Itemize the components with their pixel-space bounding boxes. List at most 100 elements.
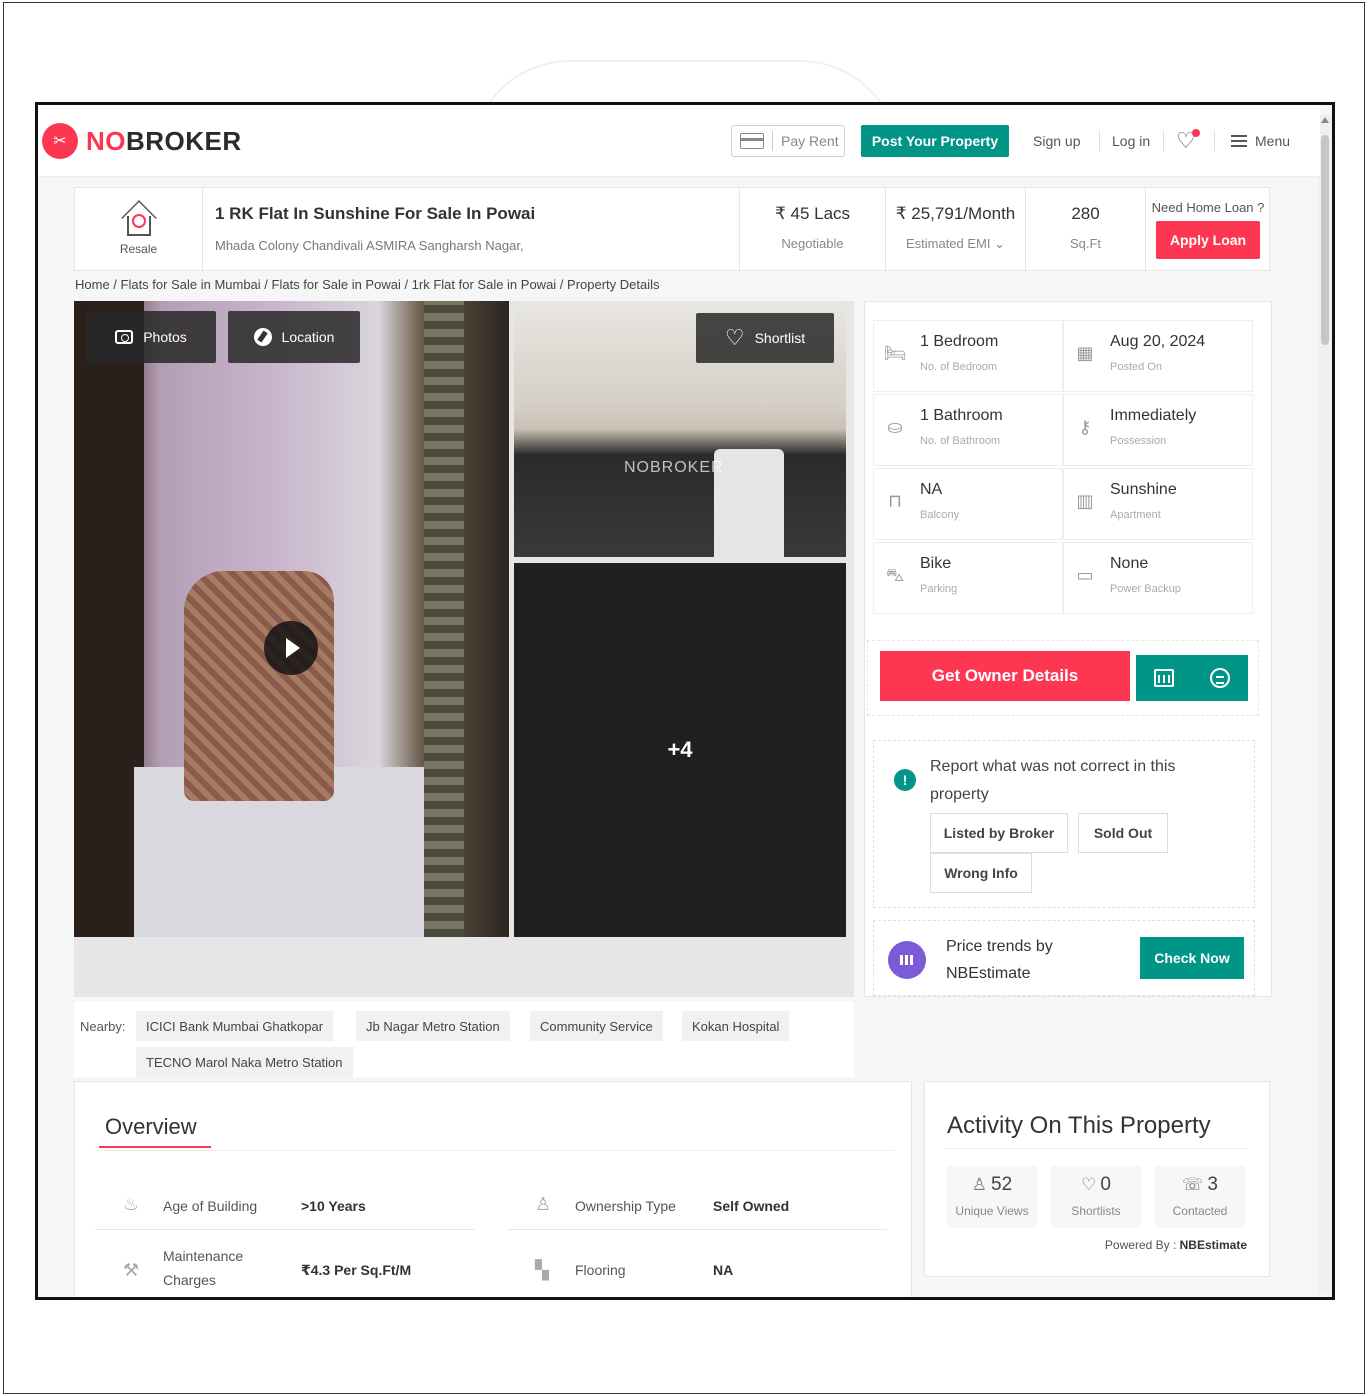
spec-label: Parking: [920, 583, 958, 595]
stat-value: 52: [991, 1174, 1013, 1195]
divider: [1214, 131, 1215, 151]
stat-label: Unique Views: [955, 1204, 1029, 1218]
check-now-button[interactable]: Check Now: [1140, 937, 1244, 979]
wrong-info-button[interactable]: Wrong Info: [930, 853, 1032, 893]
contacted-stat: ☏ 3 Contacted: [1155, 1166, 1245, 1228]
photos-button[interactable]: Photos: [86, 311, 216, 363]
price-sub: Negotiable: [781, 236, 844, 251]
spec-value: Bike: [920, 555, 952, 572]
overview-key: Maintenance Charges: [163, 1248, 244, 1288]
resale-label: Resale: [119, 242, 158, 256]
home-loan-block: Need Home Loan ? Apply Loan: [1146, 188, 1270, 272]
location-button[interactable]: Location: [228, 311, 360, 363]
nearby-chip[interactable]: Community Service: [530, 1011, 663, 1041]
play-video-icon[interactable]: [264, 621, 318, 675]
unique-views-stat: ♙ 52 Unique Views: [947, 1166, 1037, 1228]
stat-label: Contacted: [1172, 1204, 1228, 1218]
nobroker-logo-icon: ✂: [42, 123, 78, 159]
schedule-visit-button[interactable]: [1136, 655, 1192, 701]
hamburger-icon: [1231, 135, 1247, 147]
calendar-icon: ▦: [1076, 343, 1094, 363]
spec-possession: ⚷ Immediately Possession: [1063, 394, 1253, 466]
chat-button[interactable]: [1192, 655, 1248, 701]
spec-label: Posted On: [1110, 361, 1162, 373]
overview-row: ♨ Age of Building >10 Years: [95, 1180, 475, 1230]
emi-sub: Estimated EMI: [905, 236, 991, 251]
owner-icon: ♙: [535, 1194, 552, 1214]
rupee-circle: [131, 214, 146, 228]
user-icon: ♙: [971, 1175, 988, 1194]
location-label: Location: [281, 329, 335, 345]
camera-icon: [115, 330, 134, 344]
sold-out-button[interactable]: Sold Out: [1078, 813, 1168, 853]
activity-divider: [945, 1148, 1247, 1149]
tools-icon: ⚒: [123, 1260, 140, 1280]
photo-pillar: [424, 301, 464, 937]
overview-key: Flooring: [575, 1262, 626, 1278]
more-photos-tile[interactable]: +4: [514, 563, 846, 937]
resale-house-icon: [117, 198, 161, 238]
photo-washer: [714, 449, 784, 557]
pay-rent-button[interactable]: Pay Rent: [731, 125, 845, 157]
stat-number: ♙ 52: [947, 1166, 1037, 1196]
balcony-icon: ⊓: [887, 491, 903, 511]
shortlist-button[interactable]: ♡ Shortlist: [696, 313, 834, 363]
nearby-chip[interactable]: ICICI Bank Mumbai Ghatkopar: [136, 1011, 334, 1041]
compass-icon: [253, 328, 272, 346]
cake-icon: ♨: [123, 1194, 140, 1214]
price-trends-line2: NBEstimate: [946, 965, 1031, 982]
scrollbar-thumb[interactable]: [1321, 135, 1329, 345]
spec-label: Balcony: [920, 509, 960, 521]
car-icon: ⛍: [885, 565, 905, 585]
powered-by-value: NBEstimate: [1179, 1238, 1247, 1252]
sign-up-link[interactable]: Sign up: [1033, 125, 1080, 157]
menu-label: Menu: [1255, 133, 1291, 149]
heart-icon: ♡: [1081, 1175, 1097, 1194]
bathtub-icon: ⛀: [887, 417, 903, 437]
divider: [1099, 131, 1100, 151]
owner-cta-box: Get Owner Details: [867, 640, 1259, 716]
nearby-chip[interactable]: TECNO Marol Naka Metro Station: [136, 1047, 353, 1077]
stat-number: ♡ 0: [1051, 1166, 1141, 1196]
area-value: 280: [1071, 204, 1100, 223]
bed-icon: 🛏: [883, 343, 907, 363]
scrollbar[interactable]: [1318, 115, 1332, 1295]
spec-posted-on: ▦ Aug 20, 2024 Posted On: [1063, 320, 1253, 392]
breadcrumb[interactable]: Home / Flats for Sale in Mumbai / Flats …: [75, 277, 660, 292]
nobroker-logo[interactable]: ✂ NOBROKER: [42, 123, 242, 159]
get-owner-details-button[interactable]: Get Owner Details: [880, 651, 1130, 701]
phone-icon: ☏: [1182, 1175, 1204, 1194]
log-in-link[interactable]: Log in: [1112, 125, 1150, 157]
emi-sub-row[interactable]: Estimated EMI ⌄: [886, 236, 1025, 252]
main-photo[interactable]: [74, 301, 509, 937]
resale-badge: Resale: [75, 188, 203, 272]
overview-value: Self Owned: [713, 1198, 790, 1214]
price-trends-box: Price trends by NBEstimate Check Now: [873, 920, 1255, 996]
chevron-down-icon[interactable]: ⌄: [994, 236, 1005, 251]
menu-button[interactable]: Menu: [1231, 125, 1290, 157]
emi-block[interactable]: ₹ 25,791/Month Estimated EMI ⌄: [886, 188, 1026, 272]
scroll-up-arrow-icon[interactable]: [1321, 117, 1329, 123]
flooring-icon: ▚: [535, 1260, 549, 1280]
spec-label: No. of Bedroom: [920, 361, 998, 373]
overview-value: >10 Years: [301, 1198, 366, 1214]
overview-key: Age of Building: [163, 1198, 258, 1214]
browser-screenshot: ✂ NOBROKER Pay Rent Post Your Property S…: [35, 102, 1335, 1300]
divider: [772, 131, 773, 151]
nearby-chip[interactable]: Jb Nagar Metro Station: [356, 1011, 510, 1041]
activity-section: Activity On This Property ♙ 52 Unique Vie…: [924, 1081, 1270, 1277]
nearby-chip[interactable]: Kokan Hospital: [682, 1011, 790, 1041]
overview-underline: [99, 1146, 211, 1148]
powered-by: Powered By : NBEstimate: [1105, 1238, 1247, 1252]
shortlist-heart-icon[interactable]: ♡: [1176, 125, 1200, 157]
apply-loan-button[interactable]: Apply Loan: [1156, 221, 1260, 259]
post-property-button[interactable]: Post Your Property: [861, 125, 1009, 157]
stat-value: 0: [1100, 1174, 1111, 1195]
stat-number: ☏ 3: [1155, 1166, 1245, 1196]
nearby-label: Nearby:: [80, 1019, 126, 1034]
listed-by-broker-button[interactable]: Listed by Broker: [930, 813, 1068, 853]
alert-icon: !: [894, 769, 916, 791]
shortlist-label: Shortlist: [754, 330, 806, 346]
photos-label: Photos: [143, 329, 187, 345]
report-text: Report what was not correct in this prop…: [930, 758, 1176, 803]
